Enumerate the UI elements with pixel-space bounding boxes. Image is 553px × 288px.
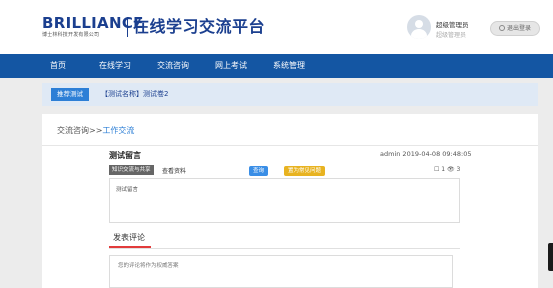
query-button[interactable]: 查询 [249,166,269,176]
nav-item-consultation[interactable]: 交流咨询 [157,54,189,78]
header: BRILLIANCE 博士林科技开发有限公司 在线学习交流平台 超级管理员 超级… [0,0,553,54]
user-avatar-icon[interactable] [407,15,431,39]
recommend-bar: 推荐测试 【测试名称】测试卷2 [42,83,538,106]
divider [109,248,460,249]
logo-subtext: 博士林科技开发有限公司 [42,32,100,38]
nav-item-home[interactable]: 首页 [50,54,66,78]
comment-tab[interactable]: 发表评论 [113,232,145,243]
logout-button[interactable]: 退出登录 [490,21,540,36]
breadcrumb-parent[interactable]: 交流咨询>> [57,126,102,135]
post-title: 测试留言 [109,151,141,160]
post-content: 测试留言 [109,178,460,223]
category-badge: 知识交流与共享 [109,165,154,175]
recommend-test-link[interactable]: 【测试名称】测试卷2 [101,88,168,101]
nav-item-online-learning[interactable]: 在线学习 [99,54,131,78]
recommend-tag: 推荐测试 [51,88,89,101]
user-name: 超级管理员 [436,21,469,29]
nav-item-online-exam[interactable]: 网上考试 [215,54,247,78]
company-logo[interactable]: BRILLIANCE 博士林科技开发有限公司 [42,14,144,40]
breadcrumb: 交流咨询>>工作交流 [57,125,134,136]
breadcrumb-current: 工作交流 [102,126,135,135]
post-stats: ☐ 1 👁 3 [434,166,461,173]
side-float-button[interactable] [548,243,553,271]
site-title: 在线学习交流平台 [133,17,266,36]
comment-input[interactable] [109,255,453,288]
logo-text: BRILLIANCE [42,14,144,32]
post-author-time: admin 2019-04-08 09:48:05 [380,150,472,158]
user-role: 超级管理员 [436,32,467,39]
set-faq-button[interactable]: 置为常见问题 [284,166,326,176]
nav-item-system-management[interactable]: 系统管理 [273,54,305,78]
view-materials-link[interactable]: 查看资料 [162,166,186,175]
power-icon [498,25,505,31]
logout-label: 退出登录 [506,25,531,32]
post-panel: 交流咨询>>工作交流 测试留言 admin 2019-04-08 09:48:0… [42,114,538,288]
divider [42,145,538,146]
main-nav: 首页 在线学习 交流咨询 网上考试 系统管理 [0,54,553,78]
logo-divider [127,17,128,37]
